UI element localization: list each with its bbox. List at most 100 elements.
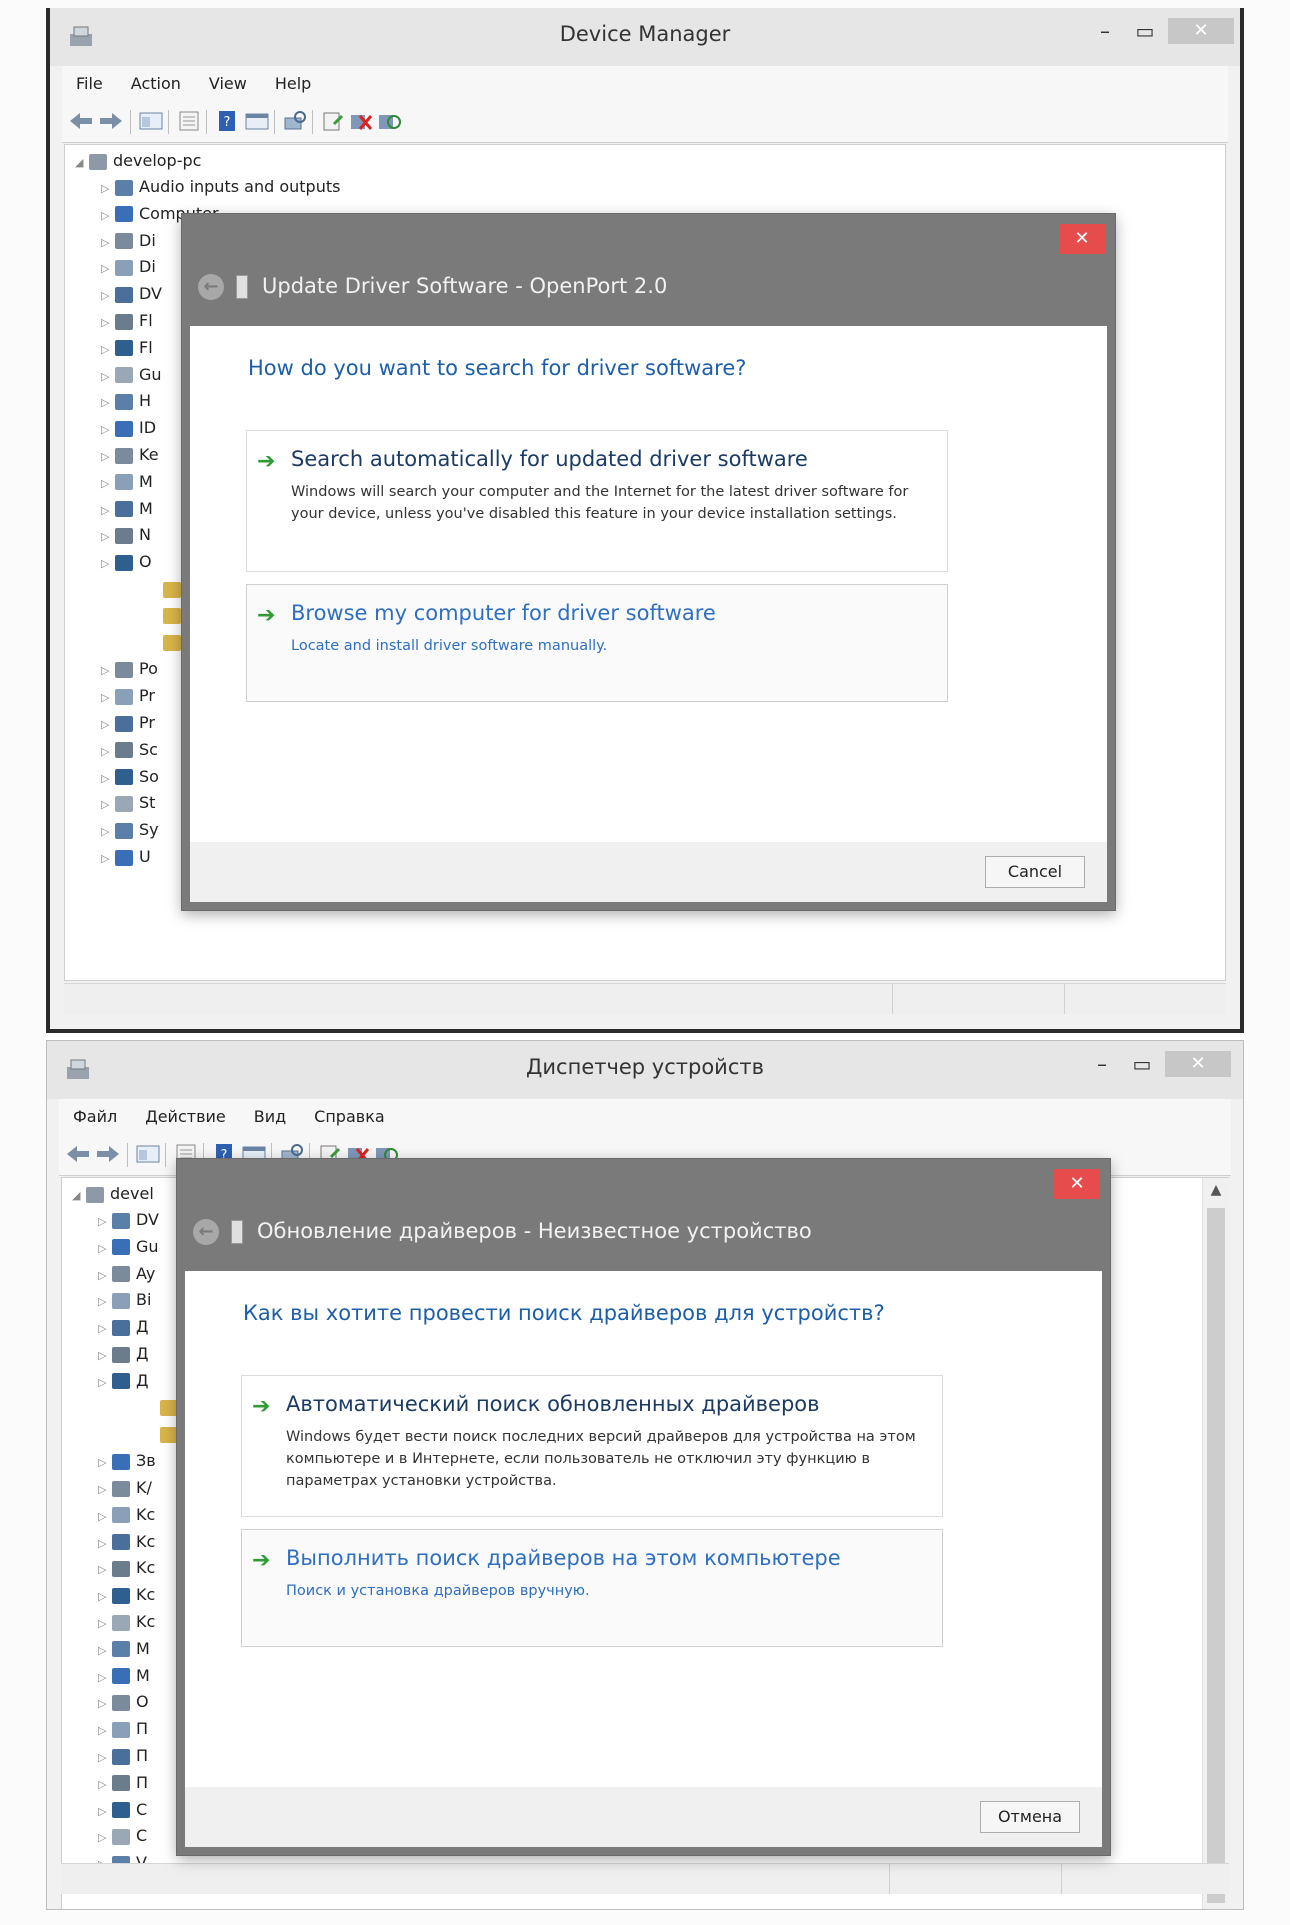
expand-arrow-icon[interactable]: ▷ bbox=[98, 1778, 112, 1791]
back-button[interactable]: ← bbox=[193, 1219, 219, 1245]
menu-file[interactable]: File bbox=[62, 66, 117, 93]
maximize-button[interactable]: ▭ bbox=[1128, 18, 1162, 44]
expand-arrow-icon[interactable]: ▷ bbox=[98, 1215, 112, 1228]
tree-item[interactable]: ▷ Д bbox=[98, 1344, 149, 1363]
expand-arrow-icon[interactable]: ▷ bbox=[101, 209, 115, 222]
expand-arrow-icon[interactable]: ▷ bbox=[98, 1563, 112, 1576]
expand-arrow-icon[interactable]: ▷ bbox=[101, 718, 115, 731]
tree-item[interactable]: ▷ Kc bbox=[98, 1505, 155, 1524]
tree-item[interactable]: ▷ Pr bbox=[101, 686, 155, 705]
update-driver-icon[interactable] bbox=[320, 110, 346, 132]
forward-arrow-icon[interactable] bbox=[98, 110, 124, 132]
forward-arrow-icon[interactable] bbox=[95, 1143, 121, 1165]
tree-item[interactable]: ▷ Po bbox=[101, 659, 158, 678]
tree-item[interactable]: ▷ Pr bbox=[101, 713, 155, 732]
expand-arrow-icon[interactable]: ▷ bbox=[98, 1751, 112, 1764]
maximize-button[interactable]: ▭ bbox=[1125, 1051, 1159, 1077]
tree-item[interactable]: ▷ Ay bbox=[98, 1264, 155, 1283]
vertical-scrollbar[interactable]: ▲ ▼ bbox=[1202, 1178, 1229, 1909]
expand-arrow-icon[interactable]: ▷ bbox=[98, 1831, 112, 1844]
expand-arrow-icon[interactable]: ▷ bbox=[98, 1537, 112, 1550]
search-automatically-option[interactable]: ➔ Search automatically for updated drive… bbox=[246, 430, 948, 572]
tree-item[interactable]: ▷ ID bbox=[101, 418, 156, 437]
tree-item[interactable]: ▷ Зв bbox=[98, 1451, 156, 1470]
tree-item[interactable]: ▷ Sy bbox=[101, 820, 159, 839]
enable-icon[interactable] bbox=[376, 110, 402, 132]
tree-item[interactable]: ▷ Bi bbox=[98, 1290, 151, 1309]
expand-arrow-icon[interactable]: ▷ bbox=[101, 262, 115, 275]
expand-arrow-icon[interactable]: ▷ bbox=[98, 1510, 112, 1523]
scan-icon[interactable] bbox=[282, 110, 308, 132]
help-icon[interactable]: ? bbox=[214, 110, 240, 132]
tree-item[interactable]: ▷ Gu bbox=[98, 1237, 159, 1256]
tree-item[interactable]: ▷ C bbox=[98, 1800, 147, 1819]
show-hidden-icon[interactable] bbox=[244, 110, 270, 132]
expand-arrow-icon[interactable]: ▷ bbox=[98, 1644, 112, 1657]
tree-item[interactable]: ▷ M bbox=[98, 1639, 150, 1658]
expand-arrow-icon[interactable]: ▷ bbox=[98, 1376, 112, 1389]
dialog-close-button[interactable]: ✕ bbox=[1054, 1169, 1100, 1199]
tree-item[interactable]: ▷ H bbox=[101, 391, 151, 410]
expand-arrow-icon[interactable]: ▷ bbox=[101, 182, 115, 195]
expand-arrow-icon[interactable]: ▷ bbox=[98, 1617, 112, 1630]
tree-item[interactable]: ▷ Kc bbox=[98, 1612, 155, 1631]
scroll-up-icon[interactable]: ▲ bbox=[1203, 1182, 1229, 1198]
expand-arrow-icon[interactable]: ▷ bbox=[101, 504, 115, 517]
tree-root[interactable]: ◢ devel bbox=[72, 1184, 154, 1203]
expand-arrow-icon[interactable]: ▷ bbox=[98, 1349, 112, 1362]
uninstall-icon[interactable] bbox=[348, 110, 374, 132]
expand-arrow-icon[interactable]: ▷ bbox=[101, 852, 115, 865]
tree-item[interactable]: ▷ Gu bbox=[101, 365, 162, 384]
expand-arrow-icon[interactable]: ▷ bbox=[101, 316, 115, 329]
expand-arrow-icon[interactable]: ▷ bbox=[101, 236, 115, 249]
tree-item[interactable]: ▷ Di bbox=[101, 231, 156, 250]
minimize-button[interactable]: – bbox=[1087, 1051, 1117, 1077]
search-automatically-option[interactable]: ➔ Автоматический поиск обновленных драйв… bbox=[241, 1375, 943, 1517]
expand-arrow-icon[interactable]: ▷ bbox=[98, 1724, 112, 1737]
tree-item[interactable]: ▷ So bbox=[101, 767, 159, 786]
expand-arrow-icon[interactable]: ▷ bbox=[98, 1242, 112, 1255]
properties-icon[interactable] bbox=[176, 110, 202, 132]
tree-item[interactable]: ▷ O bbox=[101, 552, 152, 571]
tree-item[interactable]: ▷ Ke bbox=[101, 445, 159, 464]
back-button[interactable]: ← bbox=[198, 274, 224, 300]
expand-arrow-icon[interactable]: ▷ bbox=[101, 772, 115, 785]
expand-arrow-icon[interactable]: ▷ bbox=[101, 825, 115, 838]
tree-item[interactable]: ▷ П bbox=[98, 1773, 148, 1792]
expand-arrow-icon[interactable]: ▷ bbox=[101, 664, 115, 677]
expand-arrow-icon[interactable]: ▷ bbox=[101, 530, 115, 543]
close-button[interactable]: ✕ bbox=[1165, 1051, 1231, 1077]
back-arrow-icon[interactable] bbox=[65, 1143, 91, 1165]
console-tree-icon[interactable] bbox=[138, 110, 164, 132]
expand-arrow-icon[interactable]: ▷ bbox=[98, 1269, 112, 1282]
menu-view[interactable]: View bbox=[195, 66, 261, 93]
expand-arrow-icon[interactable]: ▷ bbox=[98, 1456, 112, 1469]
tree-item[interactable]: ▷ Di bbox=[101, 257, 156, 276]
menu-help[interactable]: Справка bbox=[300, 1099, 399, 1126]
expand-arrow-icon[interactable]: ▷ bbox=[98, 1295, 112, 1308]
tree-item[interactable]: ▷ П bbox=[98, 1719, 148, 1738]
tree-item[interactable]: ▷ DV bbox=[101, 284, 162, 303]
tree-item[interactable]: ▷ O bbox=[98, 1692, 149, 1711]
menu-action[interactable]: Действие bbox=[131, 1099, 240, 1126]
expand-arrow-icon[interactable]: ▷ bbox=[98, 1671, 112, 1684]
expand-arrow-icon[interactable]: ▷ bbox=[101, 289, 115, 302]
dialog-close-button[interactable]: ✕ bbox=[1059, 224, 1105, 254]
tree-item[interactable]: ▷ M bbox=[101, 499, 153, 518]
expand-arrow-icon[interactable]: ▷ bbox=[101, 423, 115, 436]
expand-arrow-icon[interactable]: ▷ bbox=[98, 1590, 112, 1603]
expand-arrow-icon[interactable]: ▷ bbox=[101, 745, 115, 758]
back-arrow-icon[interactable] bbox=[68, 110, 94, 132]
tree-item[interactable]: ▷ C bbox=[98, 1826, 147, 1845]
close-button[interactable]: ✕ bbox=[1168, 18, 1234, 44]
expand-arrow-icon[interactable]: ▷ bbox=[101, 557, 115, 570]
tree-item[interactable]: ▷ DV bbox=[98, 1210, 159, 1229]
expand-arrow-icon[interactable]: ▷ bbox=[98, 1322, 112, 1335]
cancel-button[interactable]: Cancel bbox=[985, 856, 1085, 888]
menu-help[interactable]: Help bbox=[261, 66, 325, 93]
tree-item[interactable]: ▷ П bbox=[98, 1746, 148, 1765]
tree-item[interactable]: ▷ Kc bbox=[98, 1585, 155, 1604]
minimize-button[interactable]: – bbox=[1090, 18, 1120, 44]
tree-item[interactable]: ▷ M bbox=[101, 472, 153, 491]
expand-arrow-icon[interactable]: ▷ bbox=[101, 691, 115, 704]
